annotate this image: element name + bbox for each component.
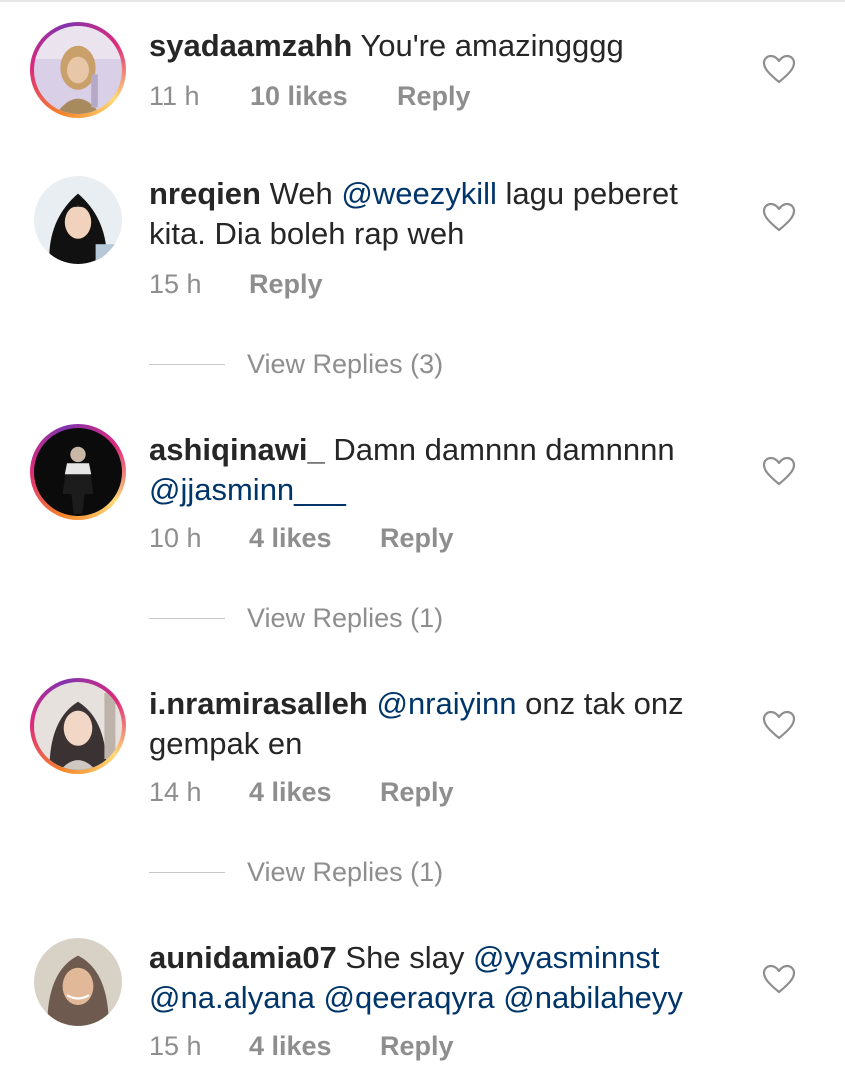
likes-count[interactable]: 4 likes: [249, 776, 332, 808]
comment-body: Weh: [260, 176, 342, 211]
reply-button[interactable]: Reply: [380, 522, 454, 554]
mention-link[interactable]: @weezykill: [341, 176, 497, 211]
username[interactable]: aunidamia07: [149, 940, 337, 975]
avatar[interactable]: [34, 938, 122, 1026]
comment-text: aunidamia07 She slay @yyasminnst @na.aly…: [149, 938, 719, 1018]
view-replies-label[interactable]: View Replies (3): [247, 348, 443, 380]
view-replies-button[interactable]: View Replies (1): [149, 602, 549, 634]
avatar[interactable]: [30, 424, 126, 520]
view-replies-button[interactable]: View Replies (3): [149, 348, 549, 380]
comment-body: You're amazingggg: [352, 28, 624, 63]
top-divider: [0, 0, 845, 2]
reply-button[interactable]: Reply: [249, 268, 323, 300]
avatar[interactable]: [30, 678, 126, 774]
heart-outline-icon[interactable]: [762, 202, 796, 232]
mention-link[interactable]: @nabilaheyy: [503, 980, 683, 1015]
username[interactable]: i.nramirasalleh: [149, 686, 368, 721]
mention-link[interactable]: @na.alyana: [149, 980, 315, 1015]
timestamp: 10 h: [149, 523, 202, 553]
username[interactable]: nreqien: [149, 176, 261, 211]
comment-text: nreqien Weh @weezykill lagu peberet kita…: [149, 174, 719, 254]
comment-text: i.nramirasalleh @nraiyinn onz tak onz ge…: [149, 684, 719, 764]
comment-body: Damn damnnn damnnnn: [324, 432, 675, 467]
replies-divider: [149, 872, 225, 873]
timestamp: 15 h: [149, 1031, 202, 1061]
comment-text: ashiqinawi_ Damn damnnn damnnnn @jjasmin…: [149, 430, 719, 510]
heart-outline-icon[interactable]: [762, 710, 796, 740]
heart-outline-icon[interactable]: [762, 456, 796, 486]
heart-outline-icon[interactable]: [762, 54, 796, 84]
comment-body: She slay: [336, 940, 473, 975]
replies-divider: [149, 364, 225, 365]
timestamp: 11 h: [149, 81, 200, 111]
timestamp: 14 h: [149, 777, 202, 807]
likes-count[interactable]: 4 likes: [249, 1030, 332, 1062]
view-replies-label[interactable]: View Replies (1): [247, 602, 443, 634]
view-replies-label[interactable]: View Replies (1): [247, 856, 443, 888]
likes-count[interactable]: 4 likes: [249, 522, 332, 554]
username[interactable]: syadaamzahh: [149, 28, 352, 63]
view-replies-button[interactable]: View Replies (1): [149, 856, 549, 888]
mention-link[interactable]: @qeeraqyra: [324, 980, 495, 1015]
heart-outline-icon[interactable]: [762, 964, 796, 994]
avatar[interactable]: [30, 22, 126, 118]
comment-text: syadaamzahh You're amazingggg: [149, 26, 719, 66]
username[interactable]: ashiqinawi_: [149, 432, 325, 467]
reply-button[interactable]: Reply: [380, 776, 454, 808]
mention-link[interactable]: @jjasminn___: [149, 472, 346, 507]
mention-link[interactable]: @yyasminnst: [473, 940, 660, 975]
reply-button[interactable]: Reply: [380, 1030, 454, 1062]
likes-count[interactable]: 10 likes: [250, 80, 348, 112]
mention-link[interactable]: @nraiyinn: [376, 686, 516, 721]
avatar[interactable]: [34, 176, 122, 264]
reply-button[interactable]: Reply: [397, 80, 471, 112]
replies-divider: [149, 618, 225, 619]
timestamp: 15 h: [149, 269, 202, 299]
